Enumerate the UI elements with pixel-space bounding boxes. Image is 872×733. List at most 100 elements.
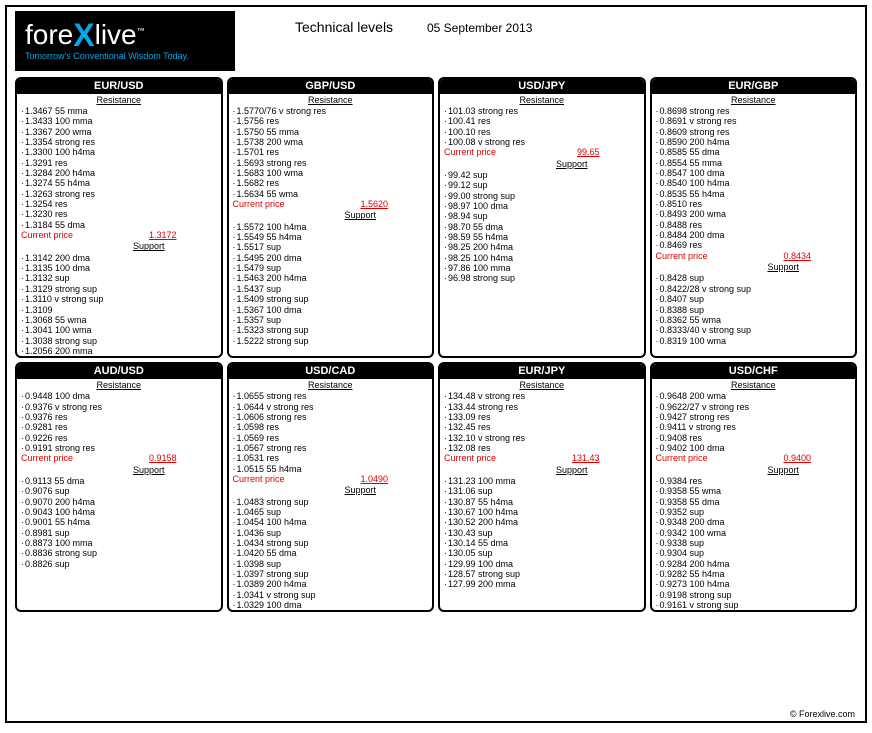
current-price-row: Current price99.65 bbox=[440, 147, 644, 157]
level-row: 1.3284 200 h4ma bbox=[21, 168, 217, 178]
level-row: 1.0397 strong sup bbox=[233, 569, 429, 579]
support-list: 0.9384 res0.9358 55 wma0.9358 55 dma0.93… bbox=[652, 476, 856, 610]
current-price-row: Current price131.43 bbox=[440, 453, 644, 463]
level-row: 0.8333/40 v strong sup bbox=[656, 325, 852, 335]
level-row: 0.9161 v strong sup bbox=[656, 600, 852, 610]
current-price-label: Current price bbox=[656, 453, 708, 463]
level-row: 101.03 strong res bbox=[444, 106, 640, 116]
level-row: 0.9342 100 wma bbox=[656, 528, 852, 538]
level-row: 0.9198 strong sup bbox=[656, 590, 852, 600]
level-row: 133.09 res bbox=[444, 412, 640, 422]
level-row: 1.0341 v strong sup bbox=[233, 590, 429, 600]
support-label: Support bbox=[229, 484, 433, 496]
resistance-label: Resistance bbox=[229, 379, 433, 391]
level-row: 0.9376 v strong res bbox=[21, 402, 217, 412]
brand-tm: ™ bbox=[137, 27, 145, 36]
level-row: 0.9273 100 h4ma bbox=[656, 579, 852, 589]
support-label: Support bbox=[440, 158, 644, 170]
level-row: 0.9376 res bbox=[21, 412, 217, 422]
pair-grid: EUR/USDResistance1.3467 55 mma1.3433 100… bbox=[7, 71, 865, 612]
resistance-list: 134.48 v strong res133.44 strong res133.… bbox=[440, 391, 644, 453]
pair-card: EUR/USDResistance1.3467 55 mma1.3433 100… bbox=[15, 77, 223, 358]
pair-card: EUR/JPYResistance134.48 v strong res133.… bbox=[438, 362, 646, 612]
pair-symbol: GBP/USD bbox=[229, 79, 433, 94]
level-row: 0.8388 sup bbox=[656, 305, 852, 315]
level-row: 96.98 strong sup bbox=[444, 273, 640, 283]
brand-post: live bbox=[95, 19, 137, 50]
current-price-value: 1.5620 bbox=[360, 199, 388, 209]
support-label: Support bbox=[652, 261, 856, 273]
level-row: 0.9282 55 h4ma bbox=[656, 569, 852, 579]
level-row: 1.5495 200 dma bbox=[233, 253, 429, 263]
level-row: 1.5693 strong res bbox=[233, 158, 429, 168]
pair-card: USD/JPYResistance101.03 strong res100.41… bbox=[438, 77, 646, 358]
level-row: 100.41 res bbox=[444, 116, 640, 126]
current-price-value: 1.0490 bbox=[360, 474, 388, 484]
level-row: 1.5701 res bbox=[233, 147, 429, 157]
pair-symbol: AUD/USD bbox=[17, 364, 221, 379]
level-row: 1.0465 sup bbox=[233, 507, 429, 517]
level-row: 0.8547 100 dma bbox=[656, 168, 852, 178]
level-row: 130.14 55 dma bbox=[444, 538, 640, 548]
level-row: 99.00 strong sup bbox=[444, 191, 640, 201]
level-row: 0.9113 55 dma bbox=[21, 476, 217, 486]
level-row: 0.9070 200 h4ma bbox=[21, 497, 217, 507]
level-row: 1.5409 strong sup bbox=[233, 294, 429, 304]
level-row: 98.97 100 dma bbox=[444, 201, 640, 211]
pair-symbol: USD/CHF bbox=[652, 364, 856, 379]
current-price-row: Current price1.5620 bbox=[229, 199, 433, 209]
level-row: 0.9448 100 dma bbox=[21, 391, 217, 401]
level-row: 1.0420 55 dma bbox=[233, 548, 429, 558]
level-row: 98.25 100 h4ma bbox=[444, 253, 640, 263]
level-row: 1.3110 v strong sup bbox=[21, 294, 217, 304]
level-row: 1.3274 55 h4ma bbox=[21, 178, 217, 188]
level-row: 0.8836 strong sup bbox=[21, 548, 217, 558]
level-row: 0.9338 sup bbox=[656, 538, 852, 548]
level-row: 1.3354 strong res bbox=[21, 137, 217, 147]
level-row: 1.5463 200 h4ma bbox=[233, 273, 429, 283]
level-row: 1.3068 55 wma bbox=[21, 315, 217, 325]
level-row: 99.42 sup bbox=[444, 170, 640, 180]
level-row: 0.8469 res bbox=[656, 240, 852, 250]
pair-card: GBP/USDResistance1.5770/76 v strong res1… bbox=[227, 77, 435, 358]
level-row: 134.48 v strong res bbox=[444, 391, 640, 401]
level-row: 100.10 res bbox=[444, 127, 640, 137]
pair-symbol: EUR/USD bbox=[17, 79, 221, 94]
level-row: 1.3041 100 wma bbox=[21, 325, 217, 335]
level-row: 0.8826 sup bbox=[21, 559, 217, 569]
current-price-value: 0.9400 bbox=[783, 453, 811, 463]
level-row: 130.43 sup bbox=[444, 528, 640, 538]
brand-name: foreXlive™ bbox=[25, 17, 225, 49]
level-row: 1.5756 res bbox=[233, 116, 429, 126]
pair-symbol: EUR/GBP bbox=[652, 79, 856, 94]
current-price-label: Current price bbox=[21, 453, 73, 463]
level-row: 1.3300 100 h4ma bbox=[21, 147, 217, 157]
support-label: Support bbox=[652, 464, 856, 476]
resistance-label: Resistance bbox=[17, 94, 221, 106]
level-row: 1.0436 sup bbox=[233, 528, 429, 538]
support-list: 1.5572 100 h4ma1.5549 55 h4ma1.5517 sup1… bbox=[229, 222, 433, 346]
brand-tagline: Tomorrow's Conventional Wisdom Today. bbox=[25, 51, 225, 61]
resistance-label: Resistance bbox=[652, 94, 856, 106]
level-row: 0.8493 200 wma bbox=[656, 209, 852, 219]
level-row: 0.9352 sup bbox=[656, 507, 852, 517]
level-row: 1.3135 100 dma bbox=[21, 263, 217, 273]
level-row: 0.9281 res bbox=[21, 422, 217, 432]
support-list: 1.3142 200 dma1.3135 100 dma1.3132 sup1.… bbox=[17, 253, 221, 356]
level-row: 0.8981 sup bbox=[21, 528, 217, 538]
level-row: 0.9384 res bbox=[656, 476, 852, 486]
brand-logo: foreXlive™ Tomorrow's Conventional Wisdo… bbox=[15, 11, 235, 71]
level-row: 0.8691 v strong res bbox=[656, 116, 852, 126]
resistance-list: 1.5770/76 v strong res1.5756 res1.5750 5… bbox=[229, 106, 433, 199]
level-row: 1.5357 sup bbox=[233, 315, 429, 325]
level-row: 0.9358 55 wma bbox=[656, 486, 852, 496]
current-price-row: Current price 0.9400 bbox=[652, 453, 856, 463]
current-price-row: Current price0.8434 bbox=[652, 251, 856, 261]
level-row: 1.3467 55 mma bbox=[21, 106, 217, 116]
level-row: 98.94 sup bbox=[444, 211, 640, 221]
level-row: 1.0389 200 h4ma bbox=[233, 579, 429, 589]
support-label: Support bbox=[229, 209, 433, 221]
level-row: 1.0515 55 h4ma bbox=[233, 464, 429, 474]
resistance-label: Resistance bbox=[440, 94, 644, 106]
level-row: 0.8609 strong res bbox=[656, 127, 852, 137]
